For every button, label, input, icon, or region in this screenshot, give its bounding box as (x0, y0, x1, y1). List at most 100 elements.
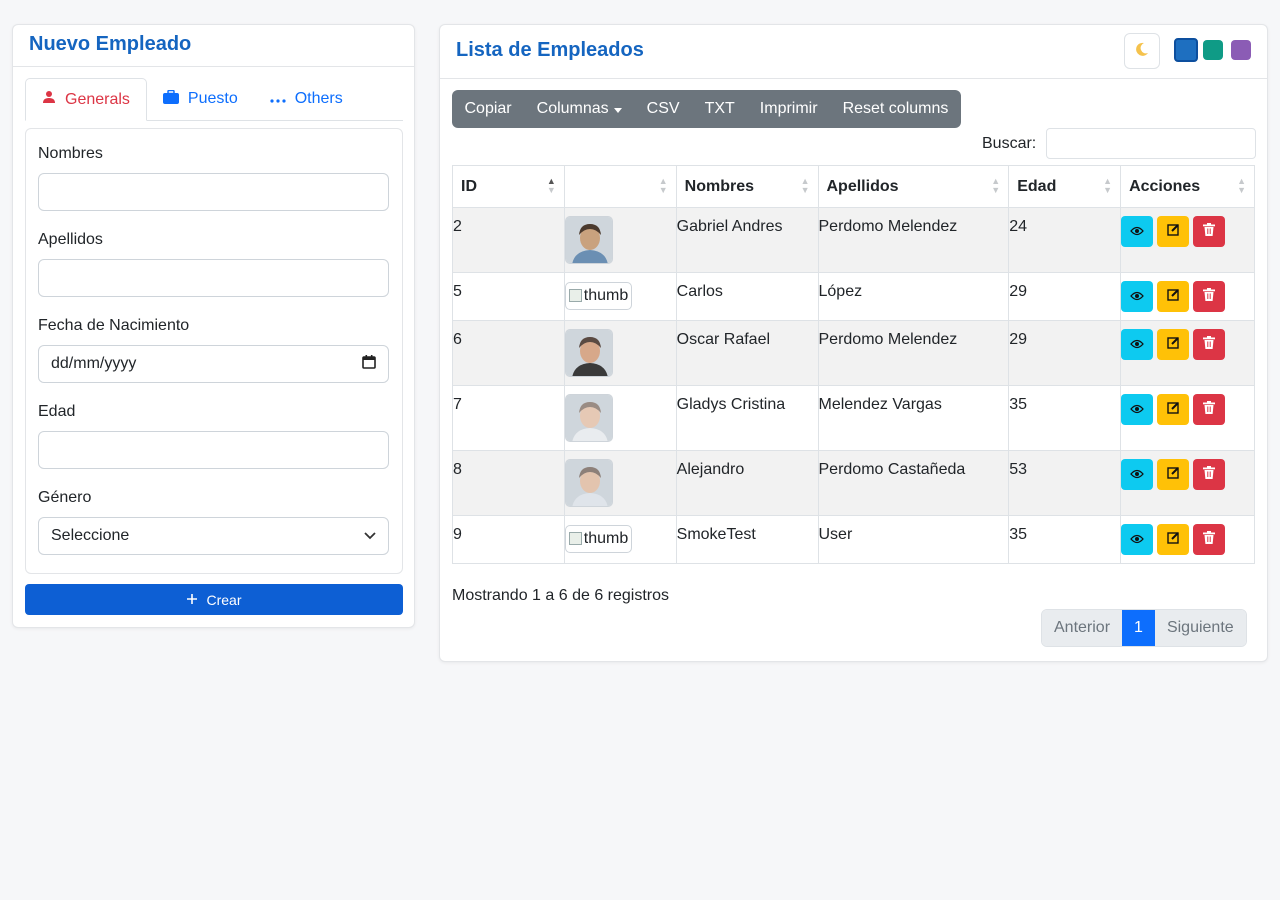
next-page-button[interactable]: Siguiente (1154, 610, 1246, 646)
edit-button[interactable] (1157, 216, 1190, 247)
theme-swatch-purple[interactable] (1231, 40, 1251, 60)
theme-swatch-teal[interactable] (1203, 40, 1223, 60)
view-button[interactable] (1121, 524, 1154, 555)
edit-icon (1166, 466, 1180, 484)
reset-columns-button[interactable]: Reset columns (830, 90, 961, 128)
tab-others[interactable]: Others (254, 78, 359, 120)
cell-photo (563, 207, 677, 273)
nombres-input[interactable] (38, 173, 389, 211)
columns-button-label: Columnas (536, 100, 609, 117)
cell-acciones (1120, 207, 1255, 273)
view-button[interactable] (1121, 329, 1154, 360)
employee-photo (564, 329, 613, 377)
moon-icon (1134, 41, 1150, 62)
cell-apellidos: Perdomo Melendez (817, 320, 1010, 386)
prev-page-button[interactable]: Anterior (1042, 610, 1123, 646)
trash-icon (1203, 530, 1216, 549)
thumb-alt-text: thumb (583, 287, 629, 304)
view-button[interactable] (1121, 281, 1154, 312)
generals-form: Nombres Apellidos Fecha de Nacimiento dd… (25, 128, 403, 574)
employee-last-name: Perdomo Castañeda (818, 461, 966, 478)
edit-button[interactable] (1157, 394, 1190, 425)
edit-icon (1166, 336, 1180, 354)
print-button[interactable]: Imprimir (747, 90, 830, 128)
delete-button[interactable] (1193, 329, 1226, 360)
dark-mode-toggle[interactable] (1124, 33, 1160, 69)
view-button[interactable] (1121, 216, 1154, 247)
cell-apellidos: Perdomo Melendez (817, 207, 1010, 273)
edit-button[interactable] (1157, 524, 1190, 555)
tab-puesto-label: Puesto (187, 90, 238, 107)
cell-edad: 35 (1008, 515, 1122, 564)
edit-button[interactable] (1157, 329, 1190, 360)
delete-button[interactable] (1193, 394, 1226, 425)
edit-button[interactable] (1157, 459, 1190, 490)
employee-list-title: Lista de Empleados (456, 39, 644, 61)
theme-swatch-blue[interactable] (1174, 38, 1198, 62)
cell-photo: thumb (563, 515, 677, 564)
col-photo[interactable]: ▲ ▼ (563, 165, 677, 208)
cell-photo (563, 320, 677, 386)
employee-id: 6 (453, 331, 462, 348)
view-button[interactable] (1121, 394, 1154, 425)
view-button[interactable] (1121, 459, 1154, 490)
search-input[interactable] (1046, 128, 1256, 159)
cell-acciones (1120, 450, 1255, 516)
cell-id: 9 (452, 515, 565, 564)
delete-button[interactable] (1193, 524, 1226, 555)
employee-first-name: Gladys Cristina (676, 396, 786, 413)
genero-label: Género (38, 489, 92, 506)
row-actions (1121, 281, 1254, 312)
col-apellidos[interactable]: Apellidos ▲ ▼ (817, 165, 1010, 208)
edit-icon (1166, 288, 1180, 306)
col-nombres-label: Nombres (684, 177, 755, 195)
eye-icon (1130, 401, 1144, 419)
eye-icon (1130, 466, 1144, 484)
calendar-icon[interactable] (362, 354, 376, 374)
trash-icon (1203, 400, 1216, 419)
employee-photo (564, 459, 613, 507)
sort-icon: ▲ ▼ (800, 176, 810, 195)
caret-down-icon (613, 100, 622, 118)
edit-button[interactable] (1157, 281, 1190, 312)
trash-icon (1203, 287, 1216, 306)
employee-last-name: Perdomo Melendez (818, 218, 958, 235)
cell-acciones (1120, 272, 1255, 321)
genero-select[interactable]: Seleccione (38, 517, 389, 555)
delete-button[interactable] (1193, 459, 1226, 490)
eye-icon (1130, 223, 1144, 241)
fecha-placeholder: dd/mm/yyyy (51, 355, 137, 372)
edad-label: Edad (38, 403, 76, 420)
tab-puesto[interactable]: Puesto (147, 78, 254, 120)
employee-list-header: Lista de Empleados (440, 25, 1267, 79)
csv-button[interactable]: CSV (634, 90, 692, 128)
col-nombres[interactable]: Nombres ▲ ▼ (675, 165, 819, 208)
columns-button[interactable]: Columnas (524, 90, 634, 128)
dots-icon (270, 90, 286, 108)
page-1-button[interactable]: 1 (1122, 610, 1155, 646)
employee-last-name: User (818, 526, 853, 543)
col-acciones[interactable]: Acciones ▲ ▼ (1120, 165, 1255, 208)
txt-button[interactable]: TXT (692, 90, 747, 128)
tab-generals[interactable]: Generals (25, 78, 147, 121)
employee-id: 2 (453, 218, 462, 235)
create-button[interactable]: Crear (25, 584, 403, 615)
eye-icon (1130, 288, 1144, 306)
table-row: 7 Gladys Cristina Melendez Vargas 35 (452, 385, 1255, 451)
cell-apellidos: Melendez Vargas (817, 385, 1010, 451)
pagination: Anterior 1 Siguiente (1041, 609, 1247, 647)
apellidos-label: Apellidos (38, 231, 103, 248)
row-actions (1121, 459, 1254, 490)
genero-selected: Seleccione (51, 527, 130, 544)
col-edad[interactable]: Edad ▲ ▼ (1008, 165, 1122, 208)
employee-first-name: Gabriel Andres (676, 218, 783, 235)
copy-button[interactable]: Copiar (452, 90, 524, 128)
new-employee-card: Nuevo Empleado Generals Puesto Others No… (12, 24, 415, 628)
delete-button[interactable] (1193, 281, 1226, 312)
col-id[interactable]: ID ▲ ▼ (452, 165, 565, 208)
delete-button[interactable] (1193, 216, 1226, 247)
employee-age: 53 (1009, 461, 1028, 478)
apellidos-input[interactable] (38, 259, 389, 297)
edad-input[interactable] (38, 431, 389, 469)
fecha-input[interactable]: dd/mm/yyyy (38, 345, 389, 383)
